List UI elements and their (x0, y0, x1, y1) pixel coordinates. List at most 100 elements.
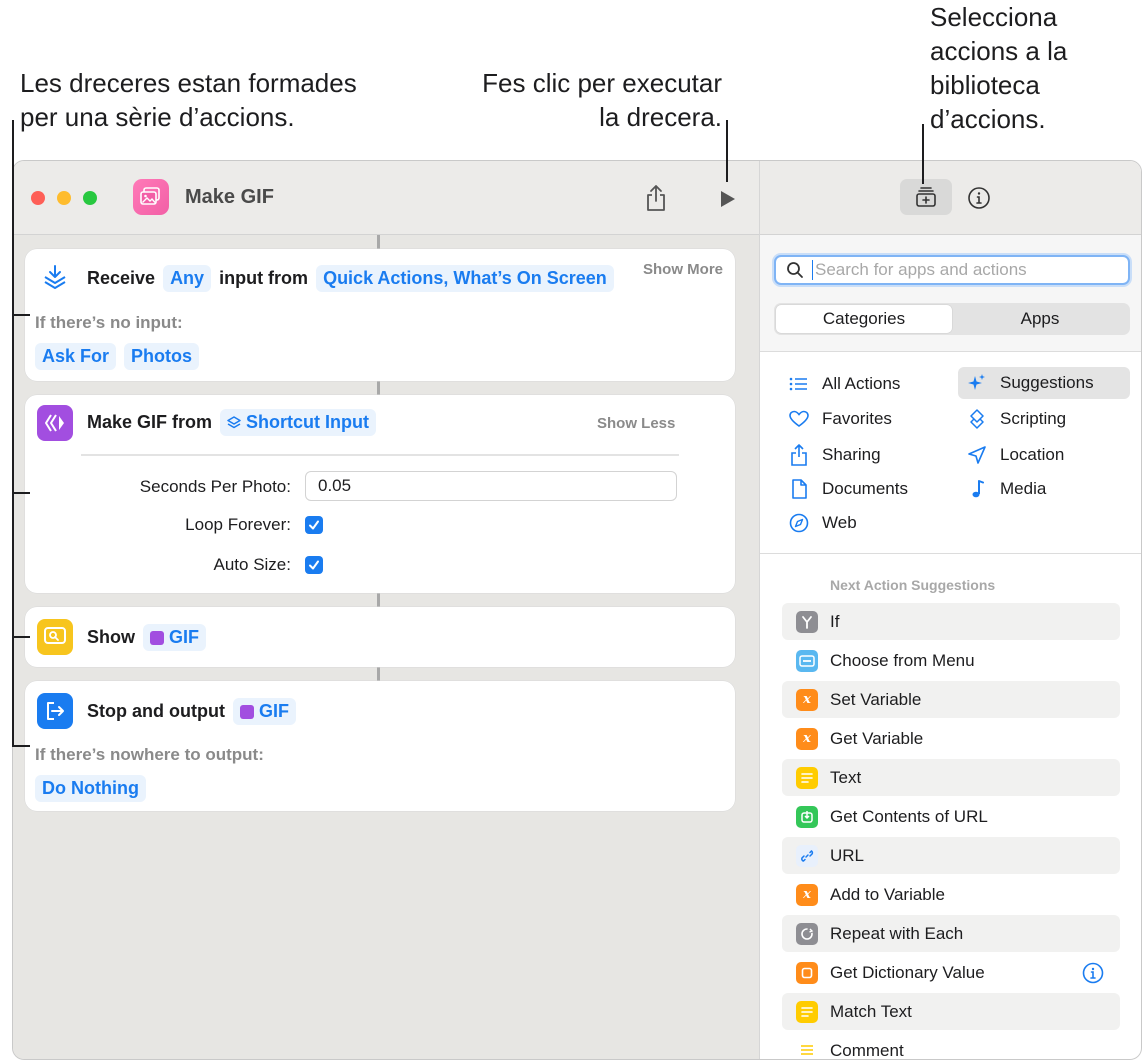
suggestion-label: Comment (830, 1040, 904, 1060)
category-all-actions[interactable]: All Actions (780, 368, 900, 400)
checkmark-icon (309, 520, 319, 530)
suggestion-comment[interactable]: Comment (782, 1032, 1120, 1060)
suggestion-get-contents-of-url[interactable]: Get Contents of URL (782, 798, 1120, 835)
gif-token-icon (239, 704, 254, 719)
gif-token[interactable]: GIF (232, 698, 296, 725)
gif-token-label: GIF (258, 701, 289, 721)
category-documents[interactable]: Documents (780, 473, 908, 505)
seconds-per-photo-field[interactable]: 0.05 (305, 471, 677, 501)
suggestion-match-text[interactable]: Match Text (782, 993, 1120, 1030)
category-location[interactable]: Location (958, 439, 1064, 471)
callout-line: d’accions. (930, 104, 1046, 134)
callout-line: la drecera. (599, 102, 722, 132)
action-make-gif[interactable]: Make GIF from Shortcut Input Show Less S… (25, 395, 735, 593)
nowhere-tokens: Do Nothing (35, 775, 146, 802)
suggestion-label: Choose from Menu (830, 650, 975, 670)
loop-forever-checkbox[interactable] (305, 516, 323, 534)
category-sharing[interactable]: Sharing (780, 439, 881, 471)
suggestions-title: Next Action Suggestions (830, 577, 996, 593)
flow-connector (377, 381, 380, 395)
auto-size-label: Auto Size: (213, 555, 292, 574)
suggestion-label: Text (830, 767, 862, 787)
input-source-token[interactable]: Quick Actions, What’s On Screen (316, 265, 614, 292)
library-segmented-control: Categories Apps (774, 303, 1130, 335)
share-button[interactable] (641, 181, 671, 215)
run-button[interactable] (713, 185, 741, 213)
comment-icon (796, 1039, 818, 1059)
suggestion-set-variable[interactable]: x Set Variable (782, 681, 1120, 718)
action-library: Search for apps and actions Categories A… (759, 161, 1141, 1060)
category-label: Suggestions (1000, 373, 1094, 392)
suggestion-get-variable[interactable]: x Get Variable (782, 720, 1120, 757)
flow-connector (377, 235, 380, 249)
category-label: Sharing (822, 445, 881, 464)
input-from-label: input from (219, 268, 309, 288)
category-label: Location (1000, 445, 1065, 464)
category-label: Documents (822, 479, 908, 498)
suggestion-label: Repeat with Each (830, 923, 964, 943)
callout-line: Les dreceres estan formades (20, 68, 357, 98)
info-icon[interactable] (1082, 962, 1104, 984)
category-media[interactable]: Media (958, 473, 1046, 505)
action-stop-output[interactable]: Stop and output GIF If there’s nowhere t… (25, 681, 735, 811)
ask-for-token[interactable]: Ask For (35, 343, 117, 370)
suggestion-url[interactable]: URL (782, 837, 1120, 874)
gif-token-icon (150, 630, 164, 645)
show-label: Show (87, 627, 135, 647)
details-button[interactable] (964, 183, 994, 213)
do-nothing-token[interactable]: Do Nothing (35, 775, 146, 802)
shortcut-title[interactable]: Make GIF (185, 186, 274, 209)
suggestion-get-dictionary-value[interactable]: Get Dictionary Value (782, 954, 1120, 991)
suggestion-label: Set Variable (830, 689, 922, 709)
editor-toolbar: Make GIF (13, 161, 759, 235)
heart-icon (788, 410, 810, 428)
show-more-button[interactable]: Show More (643, 261, 723, 278)
category-scripting[interactable]: Scripting (958, 403, 1066, 435)
callout-line: Selecciona (930, 2, 1058, 32)
suggestion-if[interactable]: If (782, 603, 1120, 640)
close-window-button[interactable] (31, 191, 45, 205)
callout-line: Fes clic per executar (482, 68, 722, 98)
scripting-icon (966, 409, 988, 429)
shortcut-input-token[interactable]: Shortcut Input (220, 409, 377, 436)
divider (760, 553, 1141, 554)
divider (81, 454, 679, 456)
tab-apps[interactable]: Apps (952, 305, 1128, 333)
category-label: Media (1000, 479, 1047, 498)
tab-categories[interactable]: Categories (776, 305, 952, 333)
category-web[interactable]: Web (780, 507, 857, 539)
suggestion-choose-from-menu[interactable]: Choose from Menu (782, 642, 1120, 679)
play-icon (721, 191, 735, 207)
callout-line: biblioteca (930, 70, 1040, 100)
location-arrow-icon (966, 446, 988, 464)
info-icon (968, 187, 990, 209)
make-gif-label: Make GIF from (87, 412, 213, 432)
category-suggestions[interactable]: Suggestions (958, 367, 1130, 399)
download-icon (796, 805, 818, 828)
action-receive[interactable]: Receive Any input from Quick Actions, Wh… (25, 249, 735, 381)
suggestion-repeat-with-each[interactable]: Repeat with Each (782, 915, 1120, 952)
category-label: Favorites (822, 409, 892, 428)
callout-leader (12, 120, 14, 746)
action-search-field[interactable]: Search for apps and actions (774, 255, 1130, 285)
callout-library: Selecciona accions a la biblioteca d’acc… (930, 0, 1067, 136)
input-type-token[interactable]: Any (163, 265, 212, 292)
photos-token[interactable]: Photos (124, 343, 200, 370)
action-library-button[interactable] (900, 179, 952, 215)
repeat-icon (796, 922, 818, 945)
show-less-button[interactable]: Show Less (597, 415, 675, 432)
receive-label: Receive (87, 268, 156, 288)
text-cursor (812, 260, 813, 280)
action-show[interactable]: Show GIF (25, 607, 735, 667)
gif-token-label: GIF (169, 627, 199, 647)
minimize-window-button[interactable] (57, 191, 71, 205)
zoom-window-button[interactable] (83, 191, 97, 205)
share-icon (647, 185, 665, 211)
auto-size-checkbox[interactable] (305, 556, 323, 574)
suggestion-add-to-variable[interactable]: x Add to Variable (782, 876, 1120, 913)
category-favorites[interactable]: Favorites (780, 403, 892, 435)
gif-token[interactable]: GIF (143, 624, 206, 651)
callout-line: accions a la (930, 36, 1068, 66)
suggestion-text[interactable]: Text (782, 759, 1120, 796)
callout-leader (12, 636, 30, 638)
